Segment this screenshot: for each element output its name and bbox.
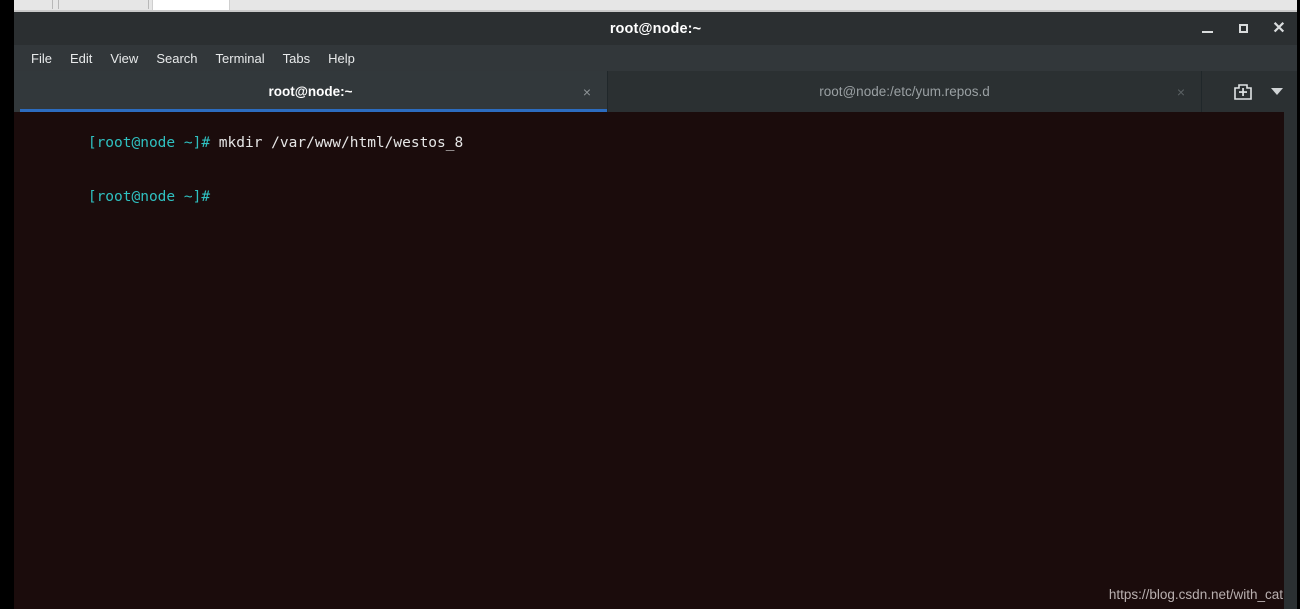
- minimize-icon: [1201, 31, 1213, 33]
- window-controls: ✕: [1197, 12, 1289, 45]
- terminal-window: root@node:~ ✕ File Edit View Search Term…: [14, 12, 1297, 609]
- tab-bar: root@node:~ × root@node:/etc/yum.repos.d…: [14, 71, 1297, 112]
- tab-close-icon[interactable]: ×: [1177, 85, 1185, 99]
- new-tab-icon[interactable]: [1233, 83, 1253, 101]
- tab-root-home[interactable]: root@node:~ ×: [14, 71, 608, 112]
- background-window-active-tab: [152, 0, 230, 10]
- minimize-button[interactable]: [1197, 19, 1217, 39]
- close-icon: ✕: [1272, 19, 1286, 37]
- background-tab-separator: [148, 0, 149, 9]
- title-bar[interactable]: root@node:~ ✕: [14, 12, 1297, 45]
- shell-prompt: [root@node ~]#: [87, 189, 211, 205]
- window-title: root@node:~: [609, 20, 702, 37]
- tab-label: root@node:~: [268, 84, 353, 99]
- menu-item-terminal[interactable]: Terminal: [207, 49, 274, 68]
- menu-item-search[interactable]: Search: [147, 49, 206, 68]
- menu-item-help[interactable]: Help: [319, 49, 364, 68]
- tab-label: root@node:/etc/yum.repos.d: [819, 84, 990, 99]
- terminal-line: [root@node ~]#: [18, 170, 1297, 224]
- maximize-icon: [1238, 24, 1248, 33]
- screen: root@node:~ ✕ File Edit View Search Term…: [0, 0, 1300, 609]
- tab-bar-actions: [1202, 71, 1297, 112]
- background-tab-separator: [52, 0, 53, 9]
- menu-item-view[interactable]: View: [101, 49, 147, 68]
- menu-item-file[interactable]: File: [22, 49, 61, 68]
- tab-yum-repos-d[interactable]: root@node:/etc/yum.repos.d ×: [608, 71, 1202, 112]
- terminal-scrollbar[interactable]: [1284, 112, 1297, 609]
- background-tab-separator: [58, 0, 59, 9]
- chevron-down-icon[interactable]: [1271, 88, 1283, 95]
- terminal-line: [root@node ~]# mkdir /var/www/html/westo…: [18, 116, 1297, 170]
- shell-command: mkdir /var/www/html/westos_8: [218, 135, 464, 151]
- menu-bar: File Edit View Search Terminal Tabs Help: [14, 45, 1297, 71]
- terminal-output-area[interactable]: [root@node ~]# mkdir /var/www/html/westo…: [14, 112, 1297, 609]
- watermark-text: https://blog.csdn.net/with_cat: [1108, 587, 1283, 602]
- menu-item-tabs[interactable]: Tabs: [274, 49, 319, 68]
- shell-prompt: [root@node ~]#: [87, 135, 219, 151]
- menu-item-edit[interactable]: Edit: [61, 49, 101, 68]
- tab-close-icon[interactable]: ×: [583, 85, 591, 99]
- maximize-button[interactable]: [1233, 19, 1253, 39]
- close-button[interactable]: ✕: [1269, 19, 1289, 39]
- desktop-left-gutter: [0, 0, 14, 609]
